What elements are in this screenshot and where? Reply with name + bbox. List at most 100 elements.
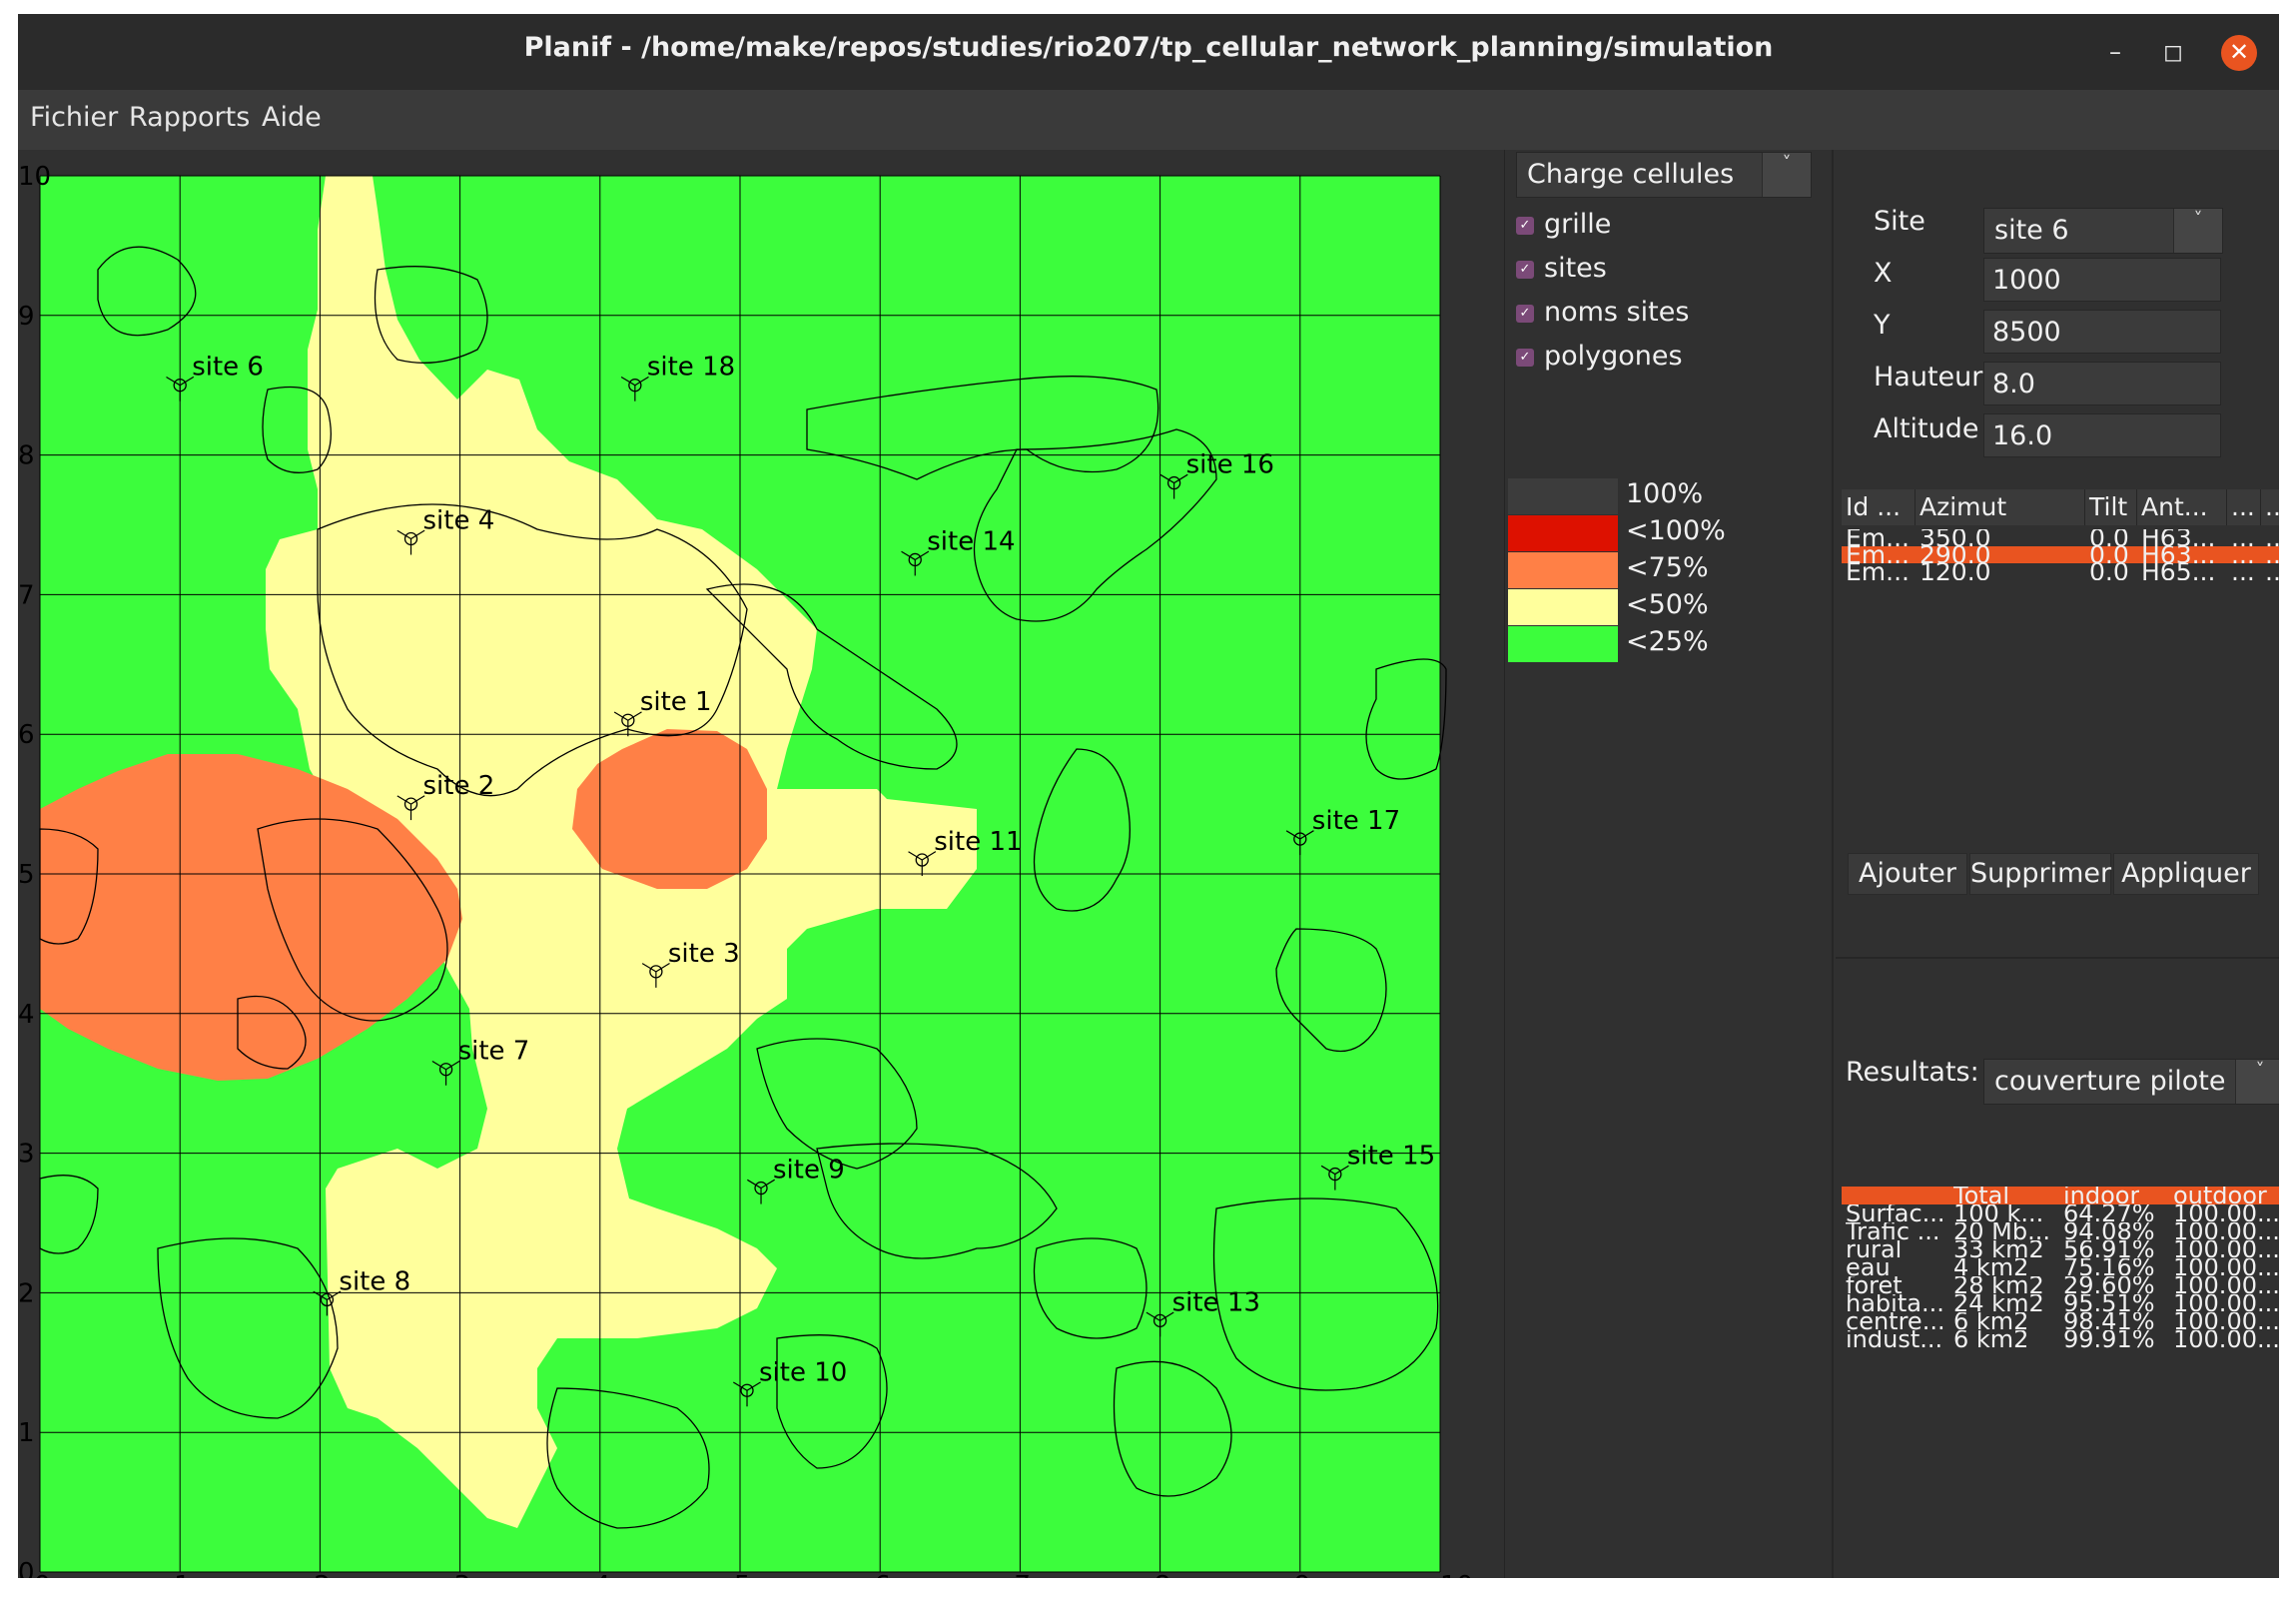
results-cell: 75.16%: [2063, 1258, 2155, 1276]
column-header-more[interactable]: ...: [2227, 489, 2261, 525]
x-tick-label: 2: [314, 1571, 331, 1578]
results-cell: 100.00...: [2173, 1312, 2279, 1330]
application-window: Planif - /home/make/repos/studies/rio207…: [18, 14, 2279, 1578]
legend-swatch-lt50: [1508, 589, 1618, 625]
checkbox-polygones[interactable]: ✓ polygones: [1516, 341, 1683, 372]
results-cell: Surfac...: [1846, 1204, 1945, 1222]
chevron-down-icon: ˅: [2235, 1060, 2279, 1104]
site-name-label: site 1: [640, 687, 712, 717]
y-tick-label: 1: [18, 1418, 35, 1448]
legend-label: <75%: [1626, 552, 1709, 583]
view-combo[interactable]: Charge cellules ˅: [1516, 152, 1812, 198]
checkbox-noms-sites[interactable]: ✓ noms sites: [1516, 297, 1689, 328]
checkbox-sites[interactable]: ✓ sites: [1516, 253, 1607, 284]
x-label: X: [1874, 258, 1893, 289]
checkbox-label: sites: [1544, 253, 1607, 284]
results-row[interactable]: Trafic ... 20 Mb... 94.08% 100.00...: [1842, 1222, 2279, 1240]
site-name-label: site 15: [1347, 1142, 1435, 1172]
appliquer-button[interactable]: Appliquer: [2113, 853, 2259, 895]
menu-fichier[interactable]: Fichier: [30, 102, 118, 133]
hauteur-label: Hauteur: [1874, 362, 1983, 393]
table-cell: Em...: [1846, 546, 1910, 563]
table-cell: H63...: [2141, 546, 2216, 563]
table-cell: ...: [2231, 529, 2255, 546]
y-tick-label: 5: [18, 860, 35, 890]
results-combo[interactable]: couverture pilote ˅: [1983, 1059, 2279, 1105]
checkbox-label: noms sites: [1544, 297, 1690, 328]
table-cell: ...: [2265, 546, 2279, 563]
column-header-antenne[interactable]: Ant...: [2137, 489, 2227, 525]
results-cell: 100.00...: [2173, 1294, 2279, 1312]
column-header-tilt[interactable]: Tilt: [2085, 489, 2137, 525]
splitter[interactable]: [1504, 150, 1505, 1578]
x-tick-label: 9: [1294, 1571, 1311, 1578]
menu-rapports[interactable]: Rapports: [129, 102, 250, 133]
x-field[interactable]: 1000: [1983, 258, 2221, 302]
results-row[interactable]: foret 28 km2 29.60% 100.00...: [1842, 1276, 2279, 1294]
results-cell: indust...: [1846, 1330, 1943, 1348]
site-name-label: site 14: [927, 526, 1015, 556]
results-cell: 29.60%: [2063, 1276, 2155, 1294]
table-cell: H63...: [2141, 529, 2216, 546]
legend-label: <50%: [1626, 589, 1709, 620]
legend-swatch-100: [1508, 478, 1618, 514]
y-tick-label: 3: [18, 1140, 35, 1170]
table-cell: H65...: [2141, 563, 2216, 580]
coverage-map[interactable]: 012345678910012345678910km site 6site 18…: [18, 150, 1504, 1578]
close-icon[interactable]: ✕: [2221, 35, 2257, 71]
table-cell: Em...: [1846, 563, 1910, 580]
minimize-icon[interactable]: –: [2099, 36, 2131, 68]
results-row[interactable]: centre... 6 km2 98.41% 100.00...: [1842, 1312, 2279, 1330]
view-combo-value: Charge cellules: [1527, 159, 1735, 190]
results-cell: 100.00...: [2173, 1258, 2279, 1276]
results-row[interactable]: habita... 24 km2 95.51% 100.00...: [1842, 1294, 2279, 1312]
results-header-row: Total indoor outdoor: [1842, 1187, 2279, 1204]
results-cell: 6 km2: [1953, 1330, 2029, 1348]
supprimer-button[interactable]: Supprimer: [1969, 853, 2111, 895]
maximize-icon[interactable]: ◻: [2157, 36, 2189, 68]
menu-bar: Fichier Rapports Aide: [18, 90, 2279, 150]
altitude-field[interactable]: 16.0: [1983, 413, 2221, 457]
site-name-label: site 10: [759, 1357, 847, 1387]
table-row[interactable]: Em... 120.0 0.0 H65.........: [1842, 563, 2279, 580]
ajouter-button[interactable]: Ajouter: [1848, 853, 1967, 895]
y-tick-label: 2: [18, 1278, 35, 1308]
table-cell: 0.0: [2089, 563, 2129, 580]
table-cell: ...: [2265, 563, 2279, 580]
column-header-azimut[interactable]: Azimut: [1915, 489, 2085, 525]
panel-divider: [1832, 150, 1834, 1578]
results-cell: 6 km2: [1953, 1312, 2029, 1330]
column-header-id[interactable]: Id ...: [1842, 489, 1915, 525]
site-combo[interactable]: site 6 ˅: [1983, 208, 2223, 254]
hauteur-field[interactable]: 8.0: [1983, 362, 2221, 405]
checkbox-grille[interactable]: ✓ grille: [1516, 209, 1611, 240]
table-row[interactable]: Em... 350.0 0.0 H63.........: [1842, 529, 2279, 546]
legend-label: <25%: [1626, 626, 1709, 657]
results-cell: 100.00...: [2173, 1240, 2279, 1258]
window-title: Planif - /home/make/repos/studies/rio207…: [523, 32, 1774, 63]
site-name-label: site 18: [647, 353, 735, 383]
y-tick-label: 8: [18, 441, 35, 471]
results-row[interactable]: rural 33 km2 56.91% 100.00...: [1842, 1240, 2279, 1258]
altitude-label: Altitude: [1874, 413, 1979, 444]
site-name-label: site 17: [1312, 806, 1400, 836]
checkbox-label: polygones: [1544, 341, 1683, 372]
x-tick-label: 8: [1154, 1571, 1171, 1578]
legend-label: <100%: [1626, 515, 1726, 546]
table-row[interactable]: Em... 290.0 0.0 H63.........: [1842, 546, 2279, 563]
y-tick-label: 9: [18, 302, 35, 332]
results-cell: foret: [1846, 1276, 1903, 1294]
table-cell: ...: [2265, 529, 2279, 546]
check-icon: ✓: [1516, 260, 1534, 279]
checkbox-label: grille: [1544, 209, 1612, 240]
menu-aide[interactable]: Aide: [262, 102, 322, 133]
results-cell: 28 km2: [1953, 1276, 2044, 1294]
results-cell: rural: [1846, 1240, 1903, 1258]
results-row[interactable]: eau 4 km2 75.16% 100.00...: [1842, 1258, 2279, 1276]
results-row[interactable]: indust... 6 km2 99.91% 100.00...: [1842, 1330, 2279, 1348]
column-header-more[interactable]: ...: [2261, 489, 2279, 525]
results-combo-value: couverture pilote: [1994, 1066, 2226, 1097]
results-row[interactable]: Surfac... 100 k... 64.27% 100.00...: [1842, 1204, 2279, 1222]
y-field[interactable]: 8500: [1983, 310, 2221, 354]
map-view[interactable]: 012345678910012345678910km site 6site 18…: [18, 150, 1504, 1578]
